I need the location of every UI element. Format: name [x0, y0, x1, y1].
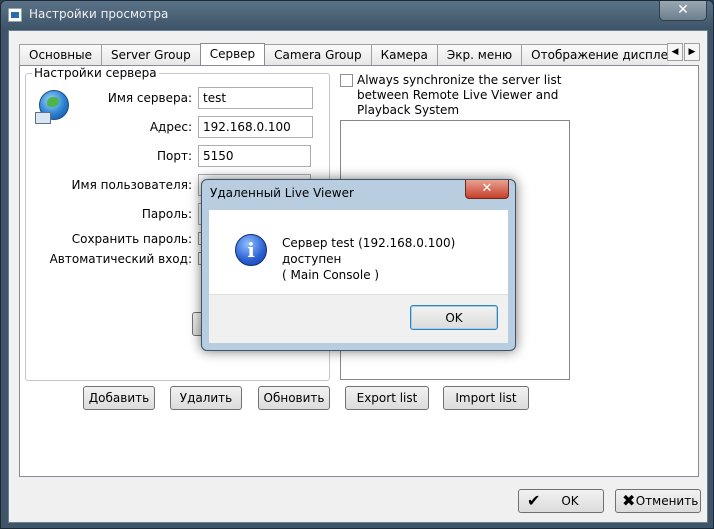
- ok-button-label: OK: [561, 494, 579, 508]
- port-input[interactable]: [198, 145, 311, 167]
- save-password-label: Сохранить пароль:: [71, 232, 192, 246]
- settings-window: Настройки просмотра ✕ Основные Server Gro…: [0, 0, 714, 529]
- dialog-close-button[interactable]: ✕: [465, 180, 509, 199]
- dialog-footer: OK: [209, 294, 508, 343]
- dialog-title: Удаленный Live Viewer: [210, 186, 354, 200]
- dialog-message: Сервер test (192.168.0.100) доступен ( M…: [282, 235, 502, 283]
- sync-server-list-label: Always synchronize the server list betwe…: [357, 73, 562, 117]
- server-status-dialog: Удаленный Live Viewer ✕ i Сервер test (1…: [201, 179, 516, 351]
- delete-server-button[interactable]: Удалить: [170, 386, 242, 410]
- tab-osd-menu[interactable]: Экр. меню: [436, 44, 523, 65]
- username-label: Имя пользователя:: [71, 178, 192, 192]
- tab-server-group[interactable]: Server Group: [101, 44, 201, 65]
- title-bar[interactable]: Настройки просмотра ✕: [1, 1, 713, 29]
- tab-strip: Основные Server Group Сервер Camera Group Ка…: [19, 42, 669, 65]
- cross-icon: ✖: [622, 491, 636, 510]
- tab-general[interactable]: Основные: [19, 44, 103, 65]
- sync-server-list-checkbox[interactable]: [340, 74, 353, 87]
- export-list-button[interactable]: Export list: [345, 386, 429, 410]
- tab-server[interactable]: Сервер: [199, 43, 266, 65]
- dialog-body: i Сервер test (192.168.0.100) доступен (…: [209, 210, 508, 294]
- tab-camera-group[interactable]: Camera Group: [264, 44, 372, 65]
- auto-login-label: Автоматический вход:: [49, 252, 192, 266]
- cancel-button-label: Отменить: [635, 494, 699, 508]
- server-settings-group-title: Настройки сервера: [32, 66, 159, 80]
- tab-scroll-right-icon[interactable]: ▶: [684, 43, 700, 61]
- app-icon: [8, 8, 22, 22]
- dialog-message-line2: ( Main Console ): [282, 268, 380, 282]
- ok-button[interactable]: ✔ OK: [518, 489, 604, 513]
- tab-camera[interactable]: Камера: [370, 44, 438, 65]
- import-list-button[interactable]: Import list: [443, 386, 529, 410]
- address-label: Адрес:: [149, 120, 192, 134]
- add-server-button[interactable]: Добавить: [83, 386, 155, 410]
- info-icon: i: [235, 234, 267, 266]
- check-icon: ✔: [527, 491, 541, 510]
- window-close-button[interactable]: ✕: [659, 1, 707, 21]
- server-name-label: Имя сервера:: [107, 91, 192, 105]
- tab-scroll-left-icon[interactable]: ◀: [667, 43, 683, 61]
- server-name-input[interactable]: [198, 87, 313, 109]
- dialog-ok-button[interactable]: OK: [410, 305, 498, 330]
- cancel-button[interactable]: ✖ Отменить: [615, 489, 701, 513]
- dialog-message-line1: Сервер test (192.168.0.100) доступен: [282, 236, 456, 266]
- port-label: Порт:: [156, 149, 192, 163]
- window-title: Настройки просмотра: [29, 7, 169, 21]
- tab-display[interactable]: Отображение дисплеев: [521, 44, 669, 65]
- update-server-button[interactable]: Обновить: [258, 386, 330, 410]
- address-input[interactable]: [198, 116, 313, 138]
- password-label: Пароль:: [141, 207, 192, 221]
